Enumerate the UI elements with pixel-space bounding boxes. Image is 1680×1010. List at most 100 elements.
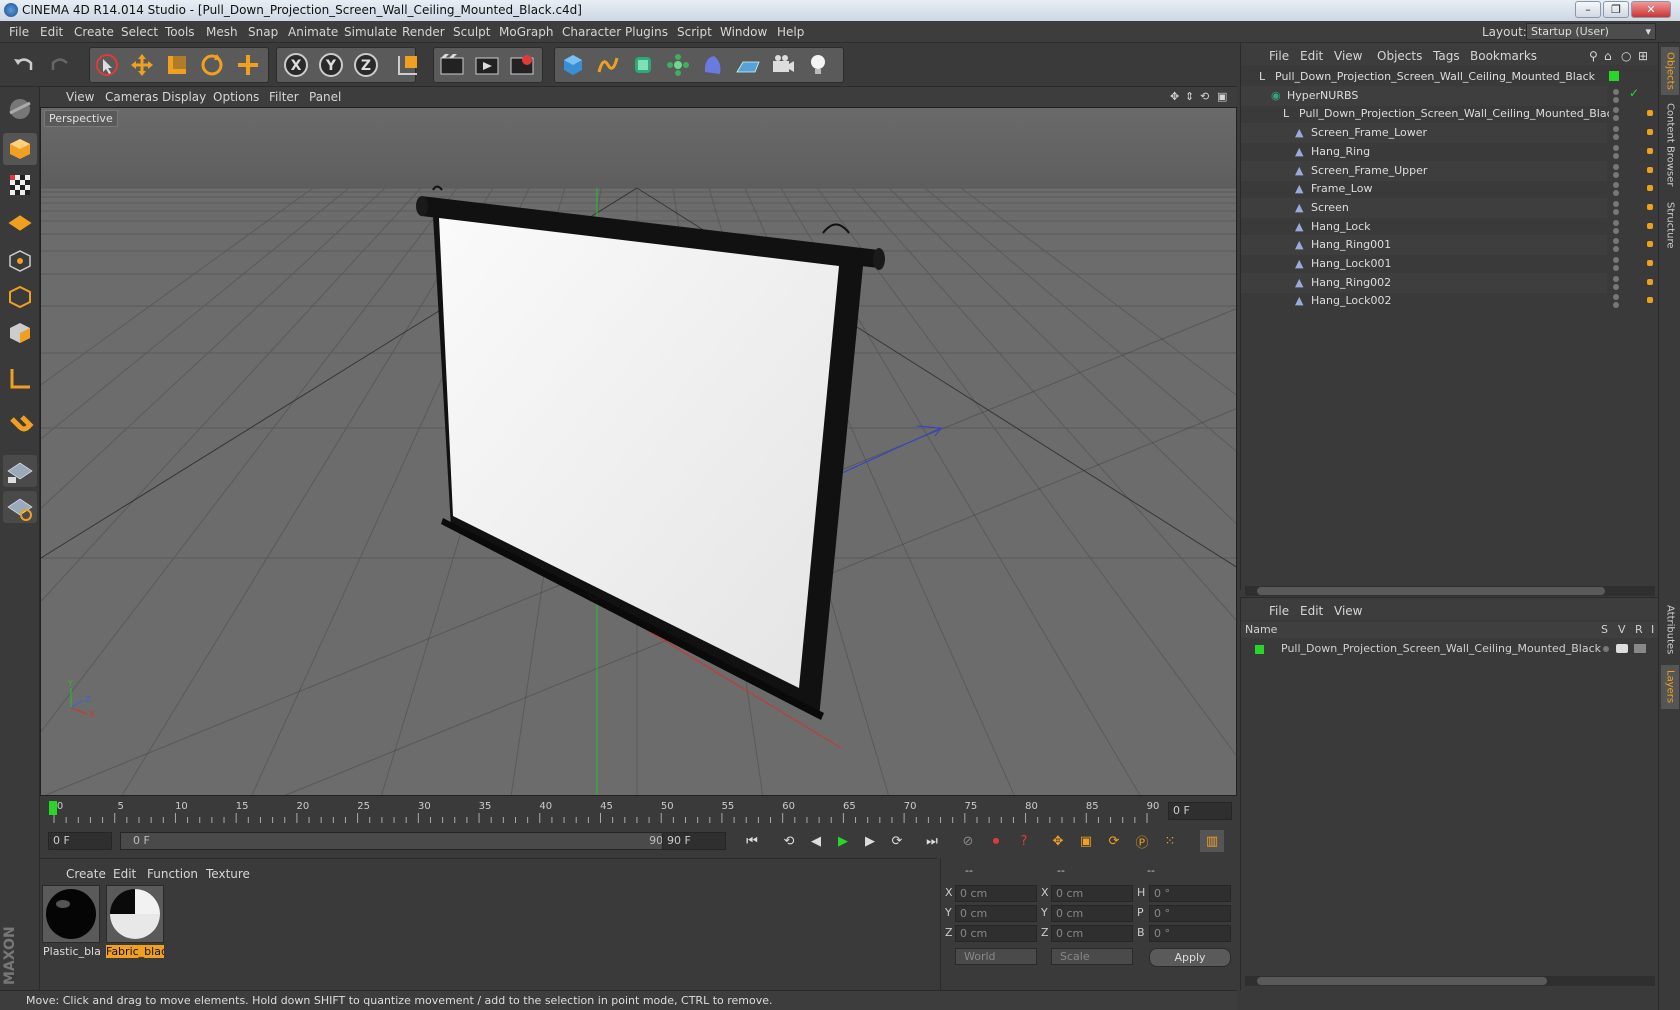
menu-tools[interactable]: Tools [165,25,195,39]
size-mode-select[interactable]: Scale [1051,948,1133,965]
perspective-viewport[interactable]: Y X Z Perspective [40,107,1237,796]
layers-menu-edit[interactable]: Edit [1300,604,1323,618]
material-tag-icon[interactable] [1647,260,1653,266]
previous-key-icon[interactable]: ⟲ [777,830,801,852]
editor-visibility-dot[interactable] [1613,182,1619,189]
menu-edit[interactable]: Edit [40,25,63,39]
objects-menu-view[interactable]: View [1334,49,1362,63]
material-tag-icon[interactable] [1647,147,1653,154]
layer-solo-dot[interactable] [1603,646,1609,652]
material-tag-icon[interactable] [1647,185,1653,192]
rotation-b-field[interactable]: 0 ° [1149,925,1231,942]
render-visibility-dot[interactable] [1613,115,1619,122]
record-keys-icon[interactable]: ⊘ [956,830,980,852]
editor-visibility-dot[interactable] [1613,275,1619,282]
object-visibility-cell[interactable] [1609,216,1657,237]
add-icon[interactable] [232,49,264,81]
menu-animate[interactable]: Animate [288,25,338,39]
search-icon[interactable]: ⚲ [1589,49,1598,63]
objects-menu-tags[interactable]: Tags [1433,49,1460,63]
menu-select[interactable]: Select [121,25,158,39]
render-visibility-dot[interactable] [1613,96,1619,103]
camera-icon[interactable] [767,49,799,81]
object-visibility-cell[interactable] [1609,197,1657,218]
polygons-mode-icon[interactable] [3,317,37,349]
timeline-window-icon[interactable]: ▥ [1200,830,1224,852]
start-frame-field[interactable]: 0 F [48,832,112,850]
tab-content-browser[interactable]: Content Browser [1661,99,1679,191]
tab-structure[interactable]: Structure [1661,195,1679,255]
layer-col-render[interactable]: R [1635,622,1643,638]
object-visibility-cell[interactable] [1609,272,1657,293]
nurbs-icon[interactable] [627,49,659,81]
menu-script[interactable]: Script [677,25,712,39]
x-axis-icon[interactable]: X [280,49,312,81]
object-row[interactable]: ▲ Hang_Ring [1241,142,1607,162]
render-visibility-dot[interactable] [1613,246,1619,253]
floor-icon[interactable] [732,49,764,81]
object-visibility-cell[interactable] [1609,123,1657,144]
position-x-field[interactable]: 0 cm [955,885,1037,902]
render-visibility-dot[interactable] [1613,208,1619,215]
editor-visibility-dot[interactable] [1613,294,1619,301]
editor-visibility-dot[interactable] [1613,219,1619,226]
editor-visibility-dot[interactable] [1613,163,1619,170]
deformer-icon[interactable] [697,49,729,81]
material-menu-create[interactable]: Create [66,867,106,881]
points-mode-icon[interactable] [3,245,37,277]
object-visibility-cell[interactable] [1609,235,1657,256]
object-visibility-cell[interactable] [1609,141,1657,162]
render-visibility-dot[interactable] [1613,171,1619,178]
workplane-icon[interactable] [3,205,37,237]
go-to-start-icon[interactable]: ⏮ [740,830,764,852]
key-rotate-icon[interactable]: ⟳ [1102,830,1126,852]
layer-visible-icon[interactable] [1616,644,1628,653]
next-key-icon[interactable]: ⟳ [885,830,909,852]
object-row[interactable]: ▲ Hang_Lock [1241,217,1607,237]
menu-mograph[interactable]: MoGraph [499,25,554,39]
key-scale-icon[interactable]: ▣ [1074,830,1098,852]
help-icon[interactable]: ? [1012,830,1036,852]
minimize-button[interactable]: – [1575,1,1601,18]
play-icon[interactable]: ▶ [831,830,855,852]
object-row[interactable]: ▲ Screen_Frame_Upper [1241,160,1607,181]
make-editable-icon[interactable] [3,93,37,125]
coord-system-icon[interactable] [392,49,424,81]
render-visibility-dot[interactable] [1613,283,1619,290]
layer-color-tag[interactable] [1609,71,1619,81]
material-tag-icon[interactable] [1647,278,1653,285]
material-menu-function[interactable]: Function [147,867,198,881]
editor-visibility-dot[interactable] [1613,144,1619,151]
viewport-menu-display[interactable]: Display [162,90,206,104]
layout-select[interactable]: Startup (User) ▾ [1526,23,1656,40]
objects-menu-file[interactable]: File [1269,49,1289,63]
model-mode-icon[interactable] [3,133,37,165]
material-tag-icon[interactable] [1647,203,1653,210]
playhead-marker[interactable] [49,801,57,815]
y-axis-icon[interactable]: Y [315,49,347,81]
frame-range-slider[interactable]: 0 F 90 F [120,832,694,850]
autokey-icon[interactable]: ⏺ [984,830,1008,852]
viewport-menu-filter[interactable]: Filter [269,90,299,104]
rotation-h-field[interactable]: 0 ° [1149,885,1231,902]
grid-lock-icon[interactable] [3,455,37,487]
layer-list-scrollbar[interactable] [1245,976,1655,986]
material-tag-icon[interactable] [1647,110,1653,117]
render-view-icon[interactable] [436,49,468,81]
layers-menu-file[interactable]: File [1269,604,1289,618]
render-visibility-dot[interactable] [1613,152,1619,159]
z-axis-icon[interactable]: Z [350,49,382,81]
layer-row[interactable]: Pull_Down_Projection_Screen_Wall_Ceiling… [1241,640,1659,658]
editor-visibility-dot[interactable] [1613,126,1619,133]
array-icon[interactable] [662,49,694,81]
size-x-field[interactable]: 0 cm [1051,885,1133,902]
object-row[interactable]: ▲ Screen_Frame_Lower [1241,123,1607,144]
viewport-menu-cameras[interactable]: Cameras [105,90,158,104]
render-visibility-dot[interactable] [1613,302,1619,309]
viewport-dolly-icon[interactable]: ⇕ [1185,90,1194,103]
menu-character[interactable]: Character [562,25,621,39]
end-frame-field[interactable]: 90 F [662,832,726,850]
layer-color-swatch[interactable] [1255,645,1264,654]
objects-menu-objects[interactable]: Objects [1377,49,1422,63]
move-icon[interactable] [126,49,158,81]
